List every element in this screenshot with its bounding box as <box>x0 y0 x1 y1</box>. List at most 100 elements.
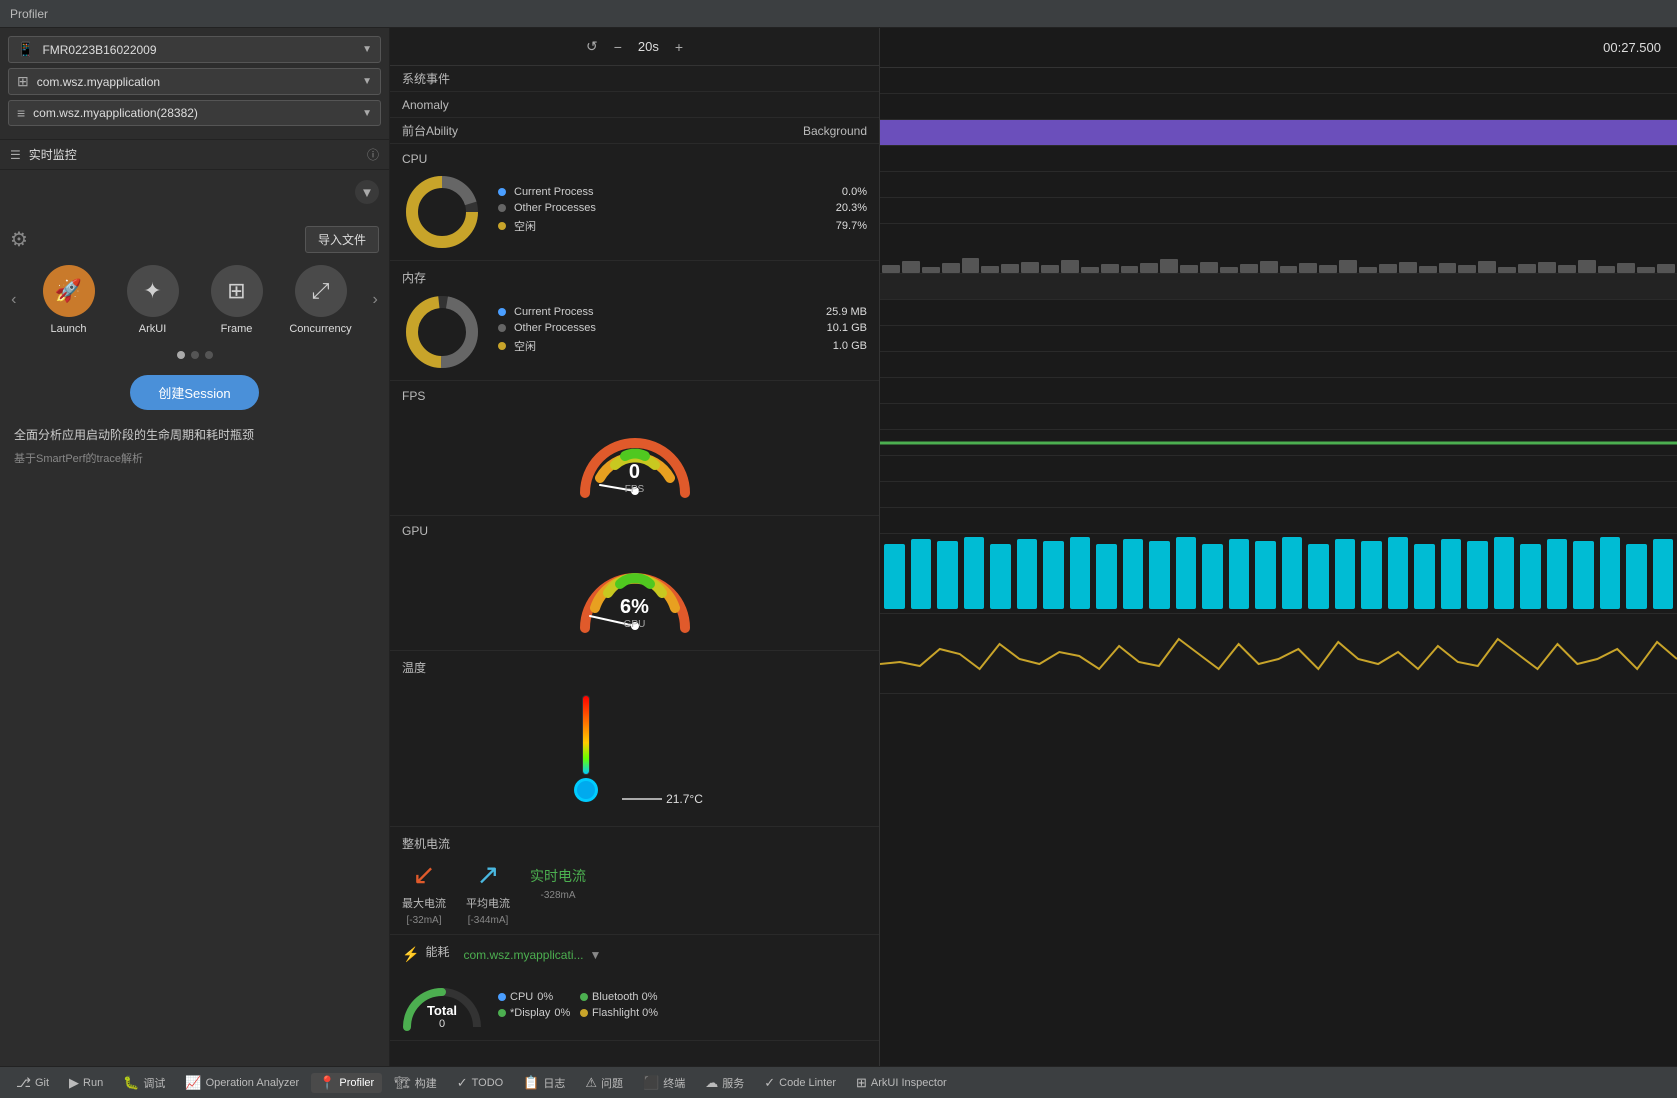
energy-bt-name: Bluetooth 0% <box>592 991 657 1003</box>
taskbar-profiler[interactable]: 📍 Profiler <box>311 1073 382 1093</box>
timeline-cpu-row2 <box>880 172 1677 198</box>
cpu-current-value: 0.0% <box>842 186 867 198</box>
taskbar-run[interactable]: ▶ Run <box>61 1073 111 1093</box>
cpu-idle-name: 空闲 <box>514 218 828 234</box>
sys-event-row: 系统事件 <box>390 66 879 92</box>
max-current-label: 最大电流 <box>402 895 446 911</box>
left-panel: 📱 FMR0223B16022009 ▼ ⊞ com.wsz.myapplica… <box>0 28 390 1066</box>
timeline-panel: 00:27.500 <box>880 28 1677 1066</box>
next-button[interactable]: › <box>373 291 378 309</box>
terminal-icon: ⬛ <box>643 1075 659 1091</box>
main-layout: 📱 FMR0223B16022009 ▼ ⊞ com.wsz.myapplica… <box>0 28 1677 1066</box>
expand-button[interactable]: ▼ <box>355 180 379 204</box>
cpu-legend-other: Other Processes 20.3% <box>498 202 867 214</box>
concurrency-label: Concurrency <box>289 323 351 335</box>
realtime-current-label: 实时电流 <box>530 858 586 886</box>
app-select[interactable]: ⊞ com.wsz.myapplication ▼ <box>8 68 381 95</box>
monitor-icon: ☰ <box>10 148 21 162</box>
fps-section: FPS 0 <box>390 381 879 516</box>
fps-title: FPS <box>402 389 867 403</box>
timeline-sys-event <box>880 68 1677 94</box>
energy-display-name: *Display <box>510 1007 550 1019</box>
taskbar-build[interactable]: 🏗 构建 <box>386 1073 445 1093</box>
minus-button[interactable]: − <box>614 39 622 55</box>
monitor-label: 实时监控 <box>29 146 367 163</box>
mem-current-value: 25.9 MB <box>826 306 867 318</box>
gpu-value: 6% <box>620 596 649 619</box>
energy-display: *Display 0% <box>498 1007 576 1019</box>
timeline-cpu-row3 <box>880 198 1677 224</box>
current-waveform <box>880 614 1677 694</box>
tool-arkui[interactable]: ✦ ArkUI <box>121 265 185 335</box>
avg-current-label: 平均电流 <box>466 895 510 911</box>
timeline-fps-row <box>880 326 1677 352</box>
taskbar-services-label: 服务 <box>722 1075 744 1091</box>
timeline-temp-row1 <box>880 456 1677 482</box>
cpu-legend-idle: 空闲 79.7% <box>498 218 867 234</box>
memory-title: 内存 <box>402 269 867 286</box>
timeline-temp-row3 <box>880 508 1677 534</box>
launch-icon: 🚀 <box>43 265 95 317</box>
app-label: com.wsz.myapplication <box>37 75 362 89</box>
tool-launch[interactable]: 🚀 Launch <box>37 265 101 335</box>
mem-other-value: 10.1 GB <box>827 322 867 334</box>
taskbar-terminal-label: 终端 <box>663 1075 685 1091</box>
tool-frame[interactable]: ⊞ Frame <box>205 265 269 335</box>
energy-total-value: 0 <box>427 1018 457 1030</box>
mem-other-dot <box>498 324 506 332</box>
device-selects: 📱 FMR0223B16022009 ▼ ⊞ com.wsz.myapplica… <box>0 28 389 140</box>
thermometer <box>566 690 606 810</box>
mem-idle-dot <box>498 342 506 350</box>
taskbar-code-linter[interactable]: ✓ Code Linter <box>756 1073 844 1093</box>
taskbar-debug-label: 调试 <box>143 1075 165 1091</box>
taskbar-terminal[interactable]: ⬛ 终端 <box>635 1073 693 1093</box>
info-icon[interactable]: ⓘ <box>367 146 379 163</box>
mem-legend-idle: 空闲 1.0 GB <box>498 338 867 354</box>
import-button[interactable]: 导入文件 <box>305 226 379 253</box>
arkui-label: ArkUI <box>139 323 167 335</box>
energy-bt-dot <box>580 993 588 1001</box>
taskbar-git-label: Git <box>35 1077 49 1089</box>
foreground-label: 前台Ability <box>402 122 522 139</box>
timeline-fps-row2 <box>880 352 1677 378</box>
taskbar-todo[interactable]: ✓ TODO <box>449 1073 511 1093</box>
create-session-button[interactable]: 创建Session <box>130 375 258 410</box>
energy-legend: CPU 0% Bluetooth 0% *Display 0% <box>498 991 658 1019</box>
gear-icon[interactable]: ⚙ <box>10 227 28 252</box>
temp-value: 21.7°C <box>666 792 703 806</box>
mem-idle-name: 空闲 <box>514 338 825 354</box>
app-title: Profiler <box>10 7 48 21</box>
reset-button[interactable]: ↺ <box>586 38 598 55</box>
dot-3 <box>205 351 213 359</box>
taskbar-operation-analyzer[interactable]: 📈 Operation Analyzer <box>177 1073 307 1093</box>
app-arrow-icon: ▼ <box>362 76 372 87</box>
device-select[interactable]: 📱 FMR0223B16022009 ▼ <box>8 36 381 63</box>
plus-button[interactable]: + <box>675 39 683 55</box>
log-icon: 📋 <box>523 1075 539 1091</box>
taskbar-arkui-inspector[interactable]: ⊞ ArkUI Inspector <box>848 1073 955 1093</box>
tool-concurrency[interactable]: ⤢ Concurrency <box>289 265 353 335</box>
taskbar-log[interactable]: 📋 日志 <box>515 1073 573 1093</box>
process-label: com.wsz.myapplication(28382) <box>33 106 362 120</box>
profiler-icon: 📍 <box>319 1075 335 1091</box>
sub-description-text: 基于SmartPerf的trace解析 <box>10 450 379 466</box>
current-title: 整机电流 <box>402 835 867 852</box>
cpu-current-dot <box>498 188 506 196</box>
taskbar-profiler-label: Profiler <box>339 1077 374 1089</box>
realtime-current: 实时电流 -328mA <box>530 858 586 901</box>
prev-button[interactable]: ‹ <box>11 291 16 309</box>
taskbar-git[interactable]: ⎇ Git <box>8 1073 57 1093</box>
timeline-fps-row4 <box>880 404 1677 430</box>
process-select[interactable]: ≡ com.wsz.myapplication(28382) ▼ <box>8 100 381 126</box>
timeline-header: 00:27.500 <box>880 28 1677 68</box>
fps-unit: FPS <box>625 484 644 495</box>
taskbar-issues-label: 问题 <box>601 1075 623 1091</box>
mem-legend-current: Current Process 25.9 MB <box>498 306 867 318</box>
energy-gauge: Total 0 <box>402 972 482 1032</box>
taskbar-services[interactable]: ☁ 服务 <box>697 1073 752 1093</box>
taskbar-build-label: 构建 <box>415 1075 437 1091</box>
temp-title: 温度 <box>402 659 867 676</box>
taskbar-debug[interactable]: 🐛 调试 <box>115 1073 173 1093</box>
cpu-title: CPU <box>402 152 867 166</box>
taskbar-issues[interactable]: ⚠ 问题 <box>577 1073 631 1093</box>
